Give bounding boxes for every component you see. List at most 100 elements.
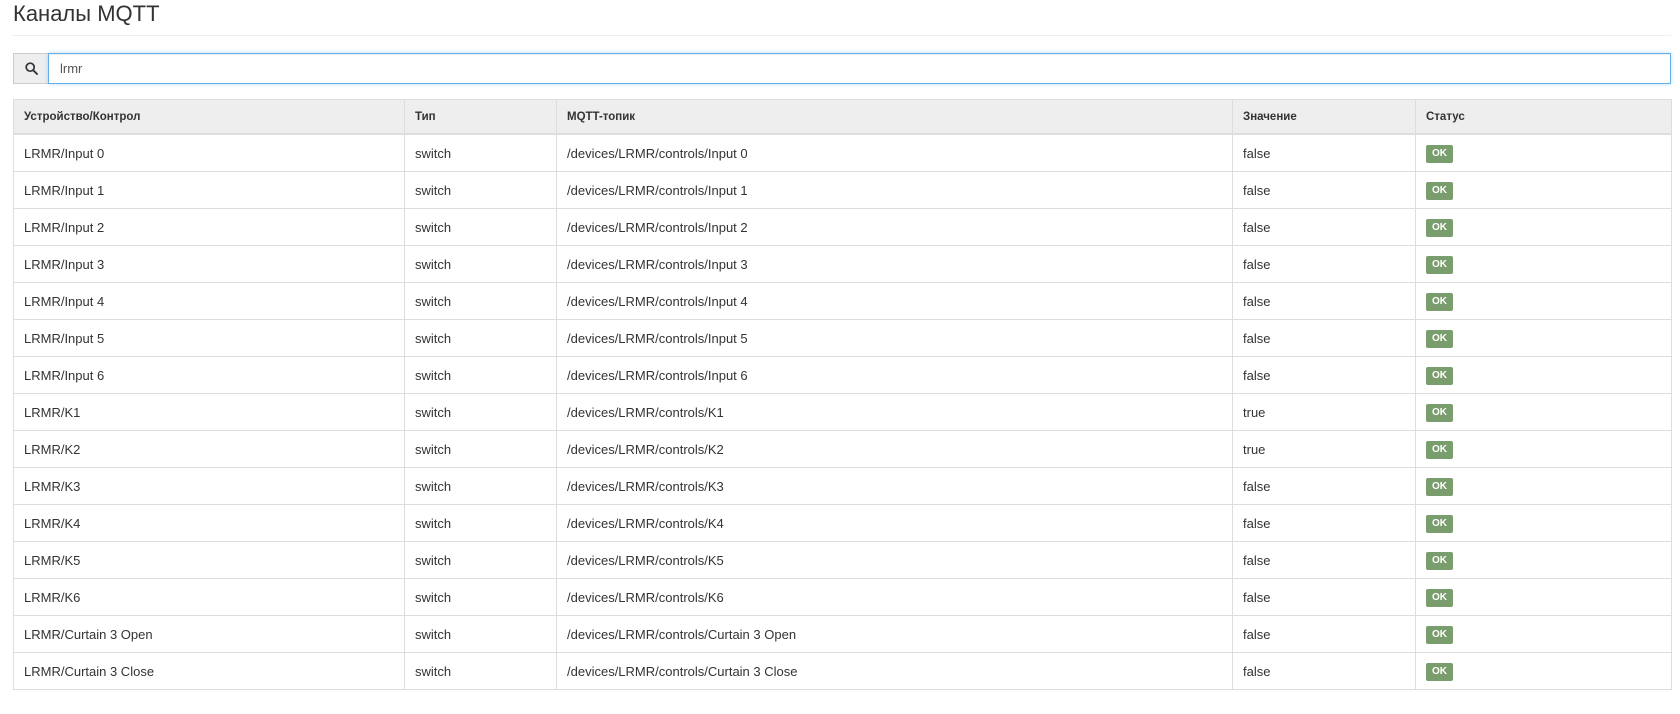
cell-value: false bbox=[1232, 282, 1416, 320]
cell-topic: /devices/LRMR/controls/K3 bbox=[556, 467, 1233, 505]
status-badge: OK bbox=[1426, 255, 1453, 274]
cell-type: switch bbox=[404, 171, 557, 209]
status-badge: OK bbox=[1426, 292, 1453, 311]
cell-value: false bbox=[1232, 319, 1416, 357]
cell-topic: /devices/LRMR/controls/Curtain 3 Open bbox=[556, 615, 1233, 653]
cell-device: LRMR/Input 4 bbox=[13, 282, 405, 320]
cell-status: OK bbox=[1415, 393, 1672, 431]
cell-type: switch bbox=[404, 245, 557, 283]
table-row[interactable]: LRMR/K1 switch/devices/LRMR/controls/K1 tr… bbox=[13, 393, 1672, 431]
cell-type: switch bbox=[404, 393, 557, 431]
search-icon bbox=[24, 62, 38, 75]
cell-topic: /devices/LRMR/controls/K6 bbox=[556, 578, 1233, 616]
status-badge: OK bbox=[1426, 144, 1453, 163]
cell-device: LRMR/K4 bbox=[13, 504, 405, 542]
status-badge: OK bbox=[1426, 625, 1453, 644]
cell-value: false bbox=[1232, 541, 1416, 579]
cell-value: false bbox=[1232, 578, 1416, 616]
cell-status: OK bbox=[1415, 578, 1672, 616]
cell-topic: /devices/LRMR/controls/K2 bbox=[556, 430, 1233, 468]
cell-status: OK bbox=[1415, 652, 1672, 690]
cell-topic: /devices/LRMR/controls/Input 5 bbox=[556, 319, 1233, 357]
cell-topic: /devices/LRMR/controls/Input 4 bbox=[556, 282, 1233, 320]
search-input[interactable] bbox=[48, 53, 1671, 84]
cell-type: switch bbox=[404, 504, 557, 542]
column-header-type[interactable]: Тип bbox=[404, 99, 557, 135]
cell-value: false bbox=[1232, 245, 1416, 283]
table-row[interactable]: LRMR/Curtain 3 Close switch/devices/LRMR/… bbox=[13, 652, 1672, 690]
cell-value: false bbox=[1232, 171, 1416, 209]
status-badge: OK bbox=[1426, 662, 1453, 681]
cell-status: OK bbox=[1415, 430, 1672, 468]
table-row[interactable]: LRMR/K4 switch/devices/LRMR/controls/K4 fa… bbox=[13, 504, 1672, 542]
status-badge: OK bbox=[1426, 218, 1453, 237]
table-row[interactable]: LRMR/Input 6 switch/devices/LRMR/controls… bbox=[13, 356, 1672, 394]
cell-topic: /devices/LRMR/controls/Input 2 bbox=[556, 208, 1233, 246]
table-row[interactable]: LRMR/Input 4 switch/devices/LRMR/controls… bbox=[13, 282, 1672, 320]
cell-device: LRMR/K5 bbox=[13, 541, 405, 579]
cell-type: switch bbox=[404, 133, 557, 172]
cell-device: LRMR/K3 bbox=[13, 467, 405, 505]
cell-topic: /devices/LRMR/controls/K5 bbox=[556, 541, 1233, 579]
cell-status: OK bbox=[1415, 541, 1672, 579]
cell-topic: /devices/LRMR/controls/Input 1 bbox=[556, 171, 1233, 209]
search-group bbox=[13, 53, 1671, 84]
column-header-value[interactable]: Значение bbox=[1232, 99, 1416, 135]
cell-device: LRMR/Curtain 3 Close bbox=[13, 652, 405, 690]
page: Каналы MQTT Устройство/Контрол Тип MQTT-… bbox=[0, 0, 1680, 714]
table-row[interactable]: LRMR/Input 1 switch/devices/LRMR/controls… bbox=[13, 171, 1672, 209]
column-header-status[interactable]: Статус bbox=[1415, 99, 1672, 135]
cell-value: false bbox=[1232, 467, 1416, 505]
column-header-device[interactable]: Устройство/Контрол bbox=[13, 99, 405, 135]
cell-topic: /devices/LRMR/controls/Input 0 bbox=[556, 133, 1233, 172]
table-row[interactable]: LRMR/Input 2 switch/devices/LRMR/controls… bbox=[13, 208, 1672, 246]
cell-value: false bbox=[1232, 208, 1416, 246]
cell-status: OK bbox=[1415, 208, 1672, 246]
table-row[interactable]: LRMR/Input 0 switch/devices/LRMR/controls… bbox=[13, 133, 1672, 172]
cell-device: LRMR/Input 3 bbox=[13, 245, 405, 283]
cell-type: switch bbox=[404, 615, 557, 653]
status-badge: OK bbox=[1426, 366, 1453, 385]
table-row[interactable]: LRMR/K3 switch/devices/LRMR/controls/K3 fa… bbox=[13, 467, 1672, 505]
status-badge: OK bbox=[1426, 440, 1453, 459]
table-body: LRMR/Input 0 switch/devices/LRMR/controls… bbox=[13, 133, 1672, 690]
cell-status: OK bbox=[1415, 504, 1672, 542]
table-row[interactable]: LRMR/Input 3 switch/devices/LRMR/controls… bbox=[13, 245, 1672, 283]
status-badge: OK bbox=[1426, 329, 1453, 348]
cell-status: OK bbox=[1415, 319, 1672, 357]
table-row[interactable]: LRMR/Curtain 3 Open switch/devices/LRMR/c… bbox=[13, 615, 1672, 653]
cell-value: false bbox=[1232, 504, 1416, 542]
cell-type: switch bbox=[404, 319, 557, 357]
status-badge: OK bbox=[1426, 181, 1453, 200]
cell-device: LRMR/K2 bbox=[13, 430, 405, 468]
cell-topic: /devices/LRMR/controls/Curtain 3 Close bbox=[556, 652, 1233, 690]
cell-status: OK bbox=[1415, 615, 1672, 653]
cell-type: switch bbox=[404, 356, 557, 394]
table-row[interactable]: LRMR/K6 switch/devices/LRMR/controls/K6 fa… bbox=[13, 578, 1672, 616]
cell-value: false bbox=[1232, 356, 1416, 394]
cell-value: false bbox=[1232, 615, 1416, 653]
table-row[interactable]: LRMR/K2 switch/devices/LRMR/controls/K2 tr… bbox=[13, 430, 1672, 468]
mqtt-channels-table: Устройство/Контрол Тип MQTT-топик Значен… bbox=[13, 99, 1672, 690]
cell-type: switch bbox=[404, 541, 557, 579]
cell-status: OK bbox=[1415, 133, 1672, 172]
cell-device: LRMR/Input 0 bbox=[13, 133, 405, 172]
cell-value: false bbox=[1232, 652, 1416, 690]
status-badge: OK bbox=[1426, 514, 1453, 533]
page-title: Каналы MQTT bbox=[13, 1, 160, 26]
title-divider bbox=[13, 35, 1671, 36]
cell-status: OK bbox=[1415, 282, 1672, 320]
cell-value: true bbox=[1232, 430, 1416, 468]
cell-topic: /devices/LRMR/controls/K4 bbox=[556, 504, 1233, 542]
cell-device: LRMR/Input 6 bbox=[13, 356, 405, 394]
table-row[interactable]: LRMR/K5 switch/devices/LRMR/controls/K5 fa… bbox=[13, 541, 1672, 579]
cell-type: switch bbox=[404, 208, 557, 246]
cell-type: switch bbox=[404, 578, 557, 616]
table-row[interactable]: LRMR/Input 5 switch/devices/LRMR/controls… bbox=[13, 319, 1672, 357]
cell-status: OK bbox=[1415, 171, 1672, 209]
column-header-topic[interactable]: MQTT-топик bbox=[556, 99, 1233, 135]
search-addon bbox=[13, 53, 48, 84]
cell-topic: /devices/LRMR/controls/Input 3 bbox=[556, 245, 1233, 283]
cell-status: OK bbox=[1415, 467, 1672, 505]
cell-device: LRMR/Input 2 bbox=[13, 208, 405, 246]
